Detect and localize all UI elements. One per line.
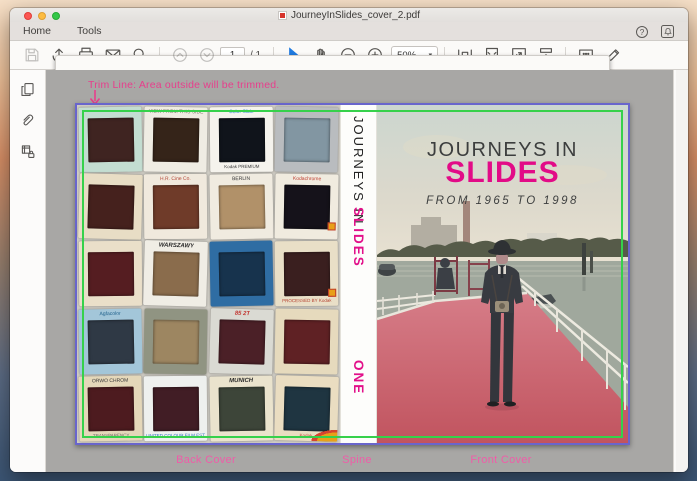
slide-mount [143, 308, 209, 375]
right-panel-strip[interactable] [673, 70, 688, 472]
slide-mount: 85 2T [208, 307, 274, 375]
slide-mount [78, 241, 143, 307]
desktop: JourneyInSlides_cover_2.pdf Home Tools J… [0, 0, 697, 481]
spine: JOURNEYS IN SLIDES ONE [340, 105, 377, 443]
slide-mount: UNITED COLOUR FILM EST. [143, 375, 208, 442]
tab-tools[interactable]: Tools [64, 21, 115, 40]
slide-mount [78, 173, 144, 241]
notifications-bell-icon[interactable] [661, 25, 674, 38]
front-cover-label: Front Cover [470, 454, 532, 466]
left-panel [10, 70, 46, 472]
slide-mount: Color Slide Kodak PREMIUM [209, 106, 274, 173]
spine-label: Spine [342, 454, 372, 466]
slide-mount: ORWO CHROM TRANSPARENCY [78, 375, 143, 442]
slide-mount: Agfacolor [78, 307, 143, 375]
slide-mount: H.R. Cine Co. [143, 173, 208, 240]
acrobat-window: JourneyInSlides_cover_2.pdf Home Tools J… [10, 8, 688, 472]
save-icon[interactable] [18, 44, 45, 67]
spine-title-2: SLIDES [351, 207, 366, 268]
slide-mount: Kodachrome [274, 173, 339, 240]
pdf-page: VIEW FROM THIS SIDE Color Slide Kodak PREM… [75, 103, 630, 445]
cover-title-line2: SLIDES [445, 156, 560, 189]
slide-mount [274, 106, 339, 173]
page-thumbnails-icon[interactable] [17, 79, 39, 99]
titlebar: JourneyInSlides_cover_2.pdf [10, 8, 688, 22]
slide-mount: PROCESSED BY Kodak [274, 241, 339, 307]
protection-icon[interactable] [17, 141, 39, 161]
slide-mount [274, 308, 339, 375]
slide-mount: Kodak [273, 374, 339, 442]
spine-volume: ONE [351, 360, 366, 396]
attachments-icon[interactable] [17, 110, 39, 130]
slide-mount [208, 240, 274, 308]
slide-mount: VIEW FROM THIS SIDE [143, 106, 209, 173]
tab-home[interactable]: Home [10, 21, 64, 40]
content-area: Trim Line: Area outside will be trimmed.… [10, 70, 688, 472]
help-icon[interactable]: ? [636, 25, 648, 38]
tab-bar: Home Tools JourneyInSlides_c... × ? [10, 21, 688, 397]
next-page-icon[interactable] [193, 44, 220, 67]
slide-mount: WARSZAWY [143, 240, 209, 308]
slides-collage: VIEW FROM THIS SIDE Color Slide Kodak PREM… [77, 105, 340, 443]
back-cover: VIEW FROM THIS SIDE Color Slide Kodak PREM… [77, 105, 340, 443]
pdf-file-icon [278, 10, 287, 20]
cover-subtitle: FROM 1965 TO 1998 [426, 195, 579, 207]
document-viewport[interactable]: Trim Line: Area outside will be trimmed.… [46, 70, 673, 472]
trim-line-note: Trim Line: Area outside will be trimmed. [88, 79, 280, 91]
slide-mount [78, 106, 143, 173]
slide-mount: MUNICH [208, 375, 274, 442]
back-cover-label: Back Cover [176, 454, 236, 466]
previous-page-icon[interactable] [166, 44, 193, 67]
window-title: JourneyInSlides_cover_2.pdf [291, 9, 420, 21]
front-cover: JOURNEYS IN SLIDES FROM 1965 TO 1998 [377, 105, 628, 443]
slide-mount: BERLIN [208, 173, 274, 240]
